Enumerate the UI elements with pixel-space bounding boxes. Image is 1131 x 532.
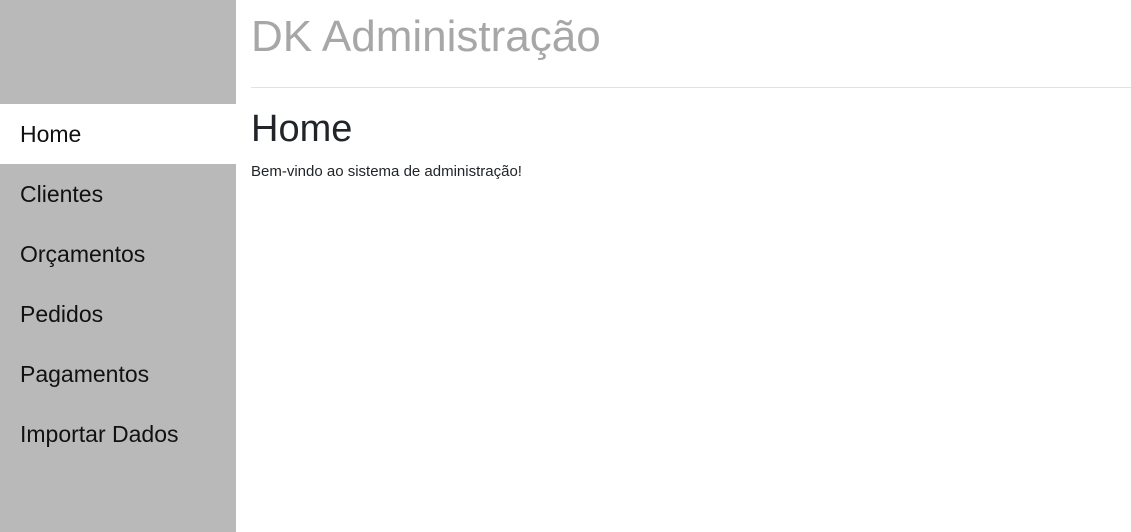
sidebar-item-importar-dados[interactable]: Importar Dados bbox=[0, 404, 236, 464]
sidebar-item-clientes[interactable]: Clientes bbox=[0, 164, 236, 224]
sidebar-item-label: Pedidos bbox=[20, 301, 104, 327]
sidebar-item-label: Home bbox=[20, 121, 82, 147]
sidebar-item-orcamentos[interactable]: Orçamentos bbox=[0, 224, 236, 284]
sidebar-item-label: Pagamentos bbox=[20, 361, 150, 387]
sidebar-item-label: Importar Dados bbox=[20, 421, 179, 447]
main-content: DK Administração Home Bem-vindo ao siste… bbox=[236, 0, 1131, 532]
app-window: Home Clientes Orçamentos Pedidos Pagamen… bbox=[0, 0, 1131, 532]
sidebar-nav: Home Clientes Orçamentos Pedidos Pagamen… bbox=[0, 104, 236, 464]
sidebar-item-label: Clientes bbox=[20, 181, 104, 207]
sidebar-item-pagamentos[interactable]: Pagamentos bbox=[0, 344, 236, 404]
header-divider bbox=[251, 87, 1131, 88]
sidebar-item-pedidos[interactable]: Pedidos bbox=[0, 284, 236, 344]
sidebar: Home Clientes Orçamentos Pedidos Pagamen… bbox=[0, 0, 236, 532]
app-title: DK Administração bbox=[251, 12, 601, 61]
page-title: Home bbox=[251, 108, 353, 150]
sidebar-item-label: Orçamentos bbox=[20, 241, 146, 267]
sidebar-item-home[interactable]: Home bbox=[0, 104, 236, 164]
welcome-message: Bem-vindo ao sistema de administração! bbox=[251, 163, 522, 180]
